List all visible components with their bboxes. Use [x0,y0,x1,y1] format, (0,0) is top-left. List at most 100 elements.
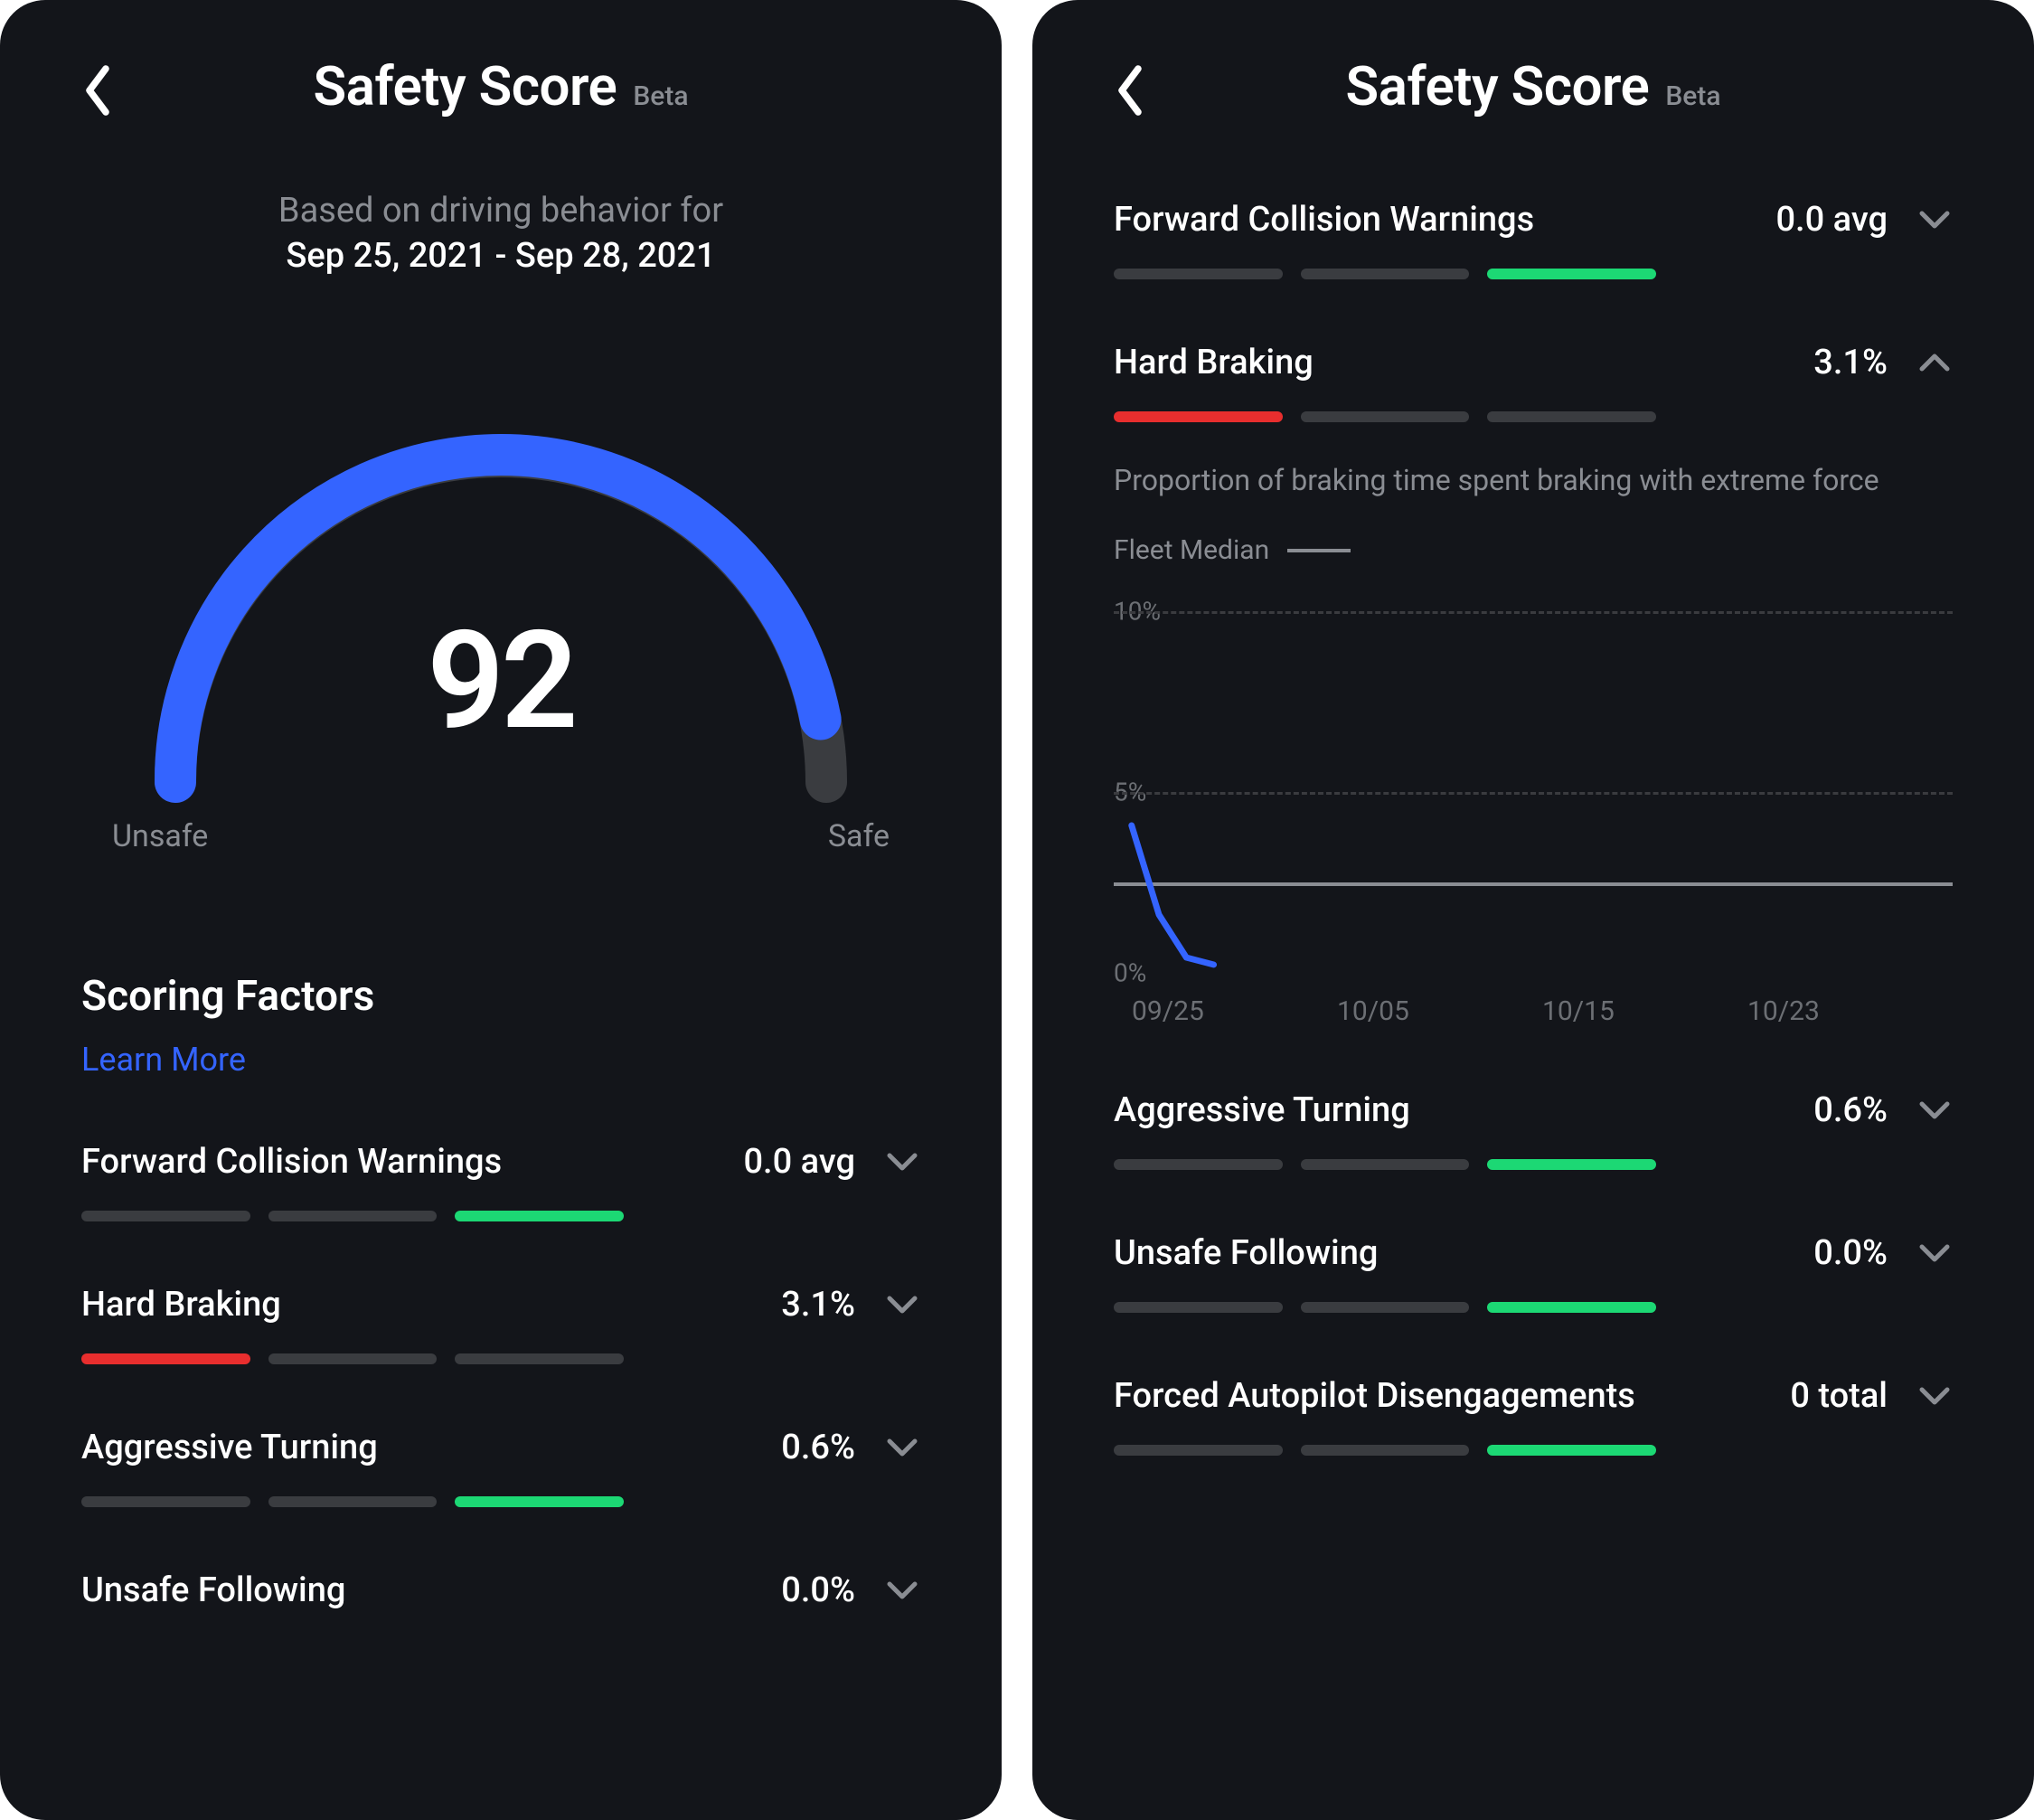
scoring-factors-title: Scoring Factors [81,972,920,1021]
bar-segment [1301,269,1470,279]
x-axis: 09/2510/0510/1510/23 [1114,995,1953,1027]
beta-badge: Beta [1665,80,1720,112]
safety-score-detail-screen: Safety Score Beta Forward Collision Warn… [1032,0,2034,1820]
factor-bar [1114,411,1656,422]
x-tick: 10/05 [1337,995,1542,1027]
bar-segment [268,1353,438,1364]
chevron-down-icon [1916,1099,1953,1122]
factor-row: Forward Collision Warnings 0.0 avg [81,1142,920,1221]
factor-value: 3.1% [1813,343,1888,382]
bar-segment [1487,411,1656,422]
factor-value: 0.6% [781,1428,855,1467]
chevron-left-icon [81,63,114,118]
bar-segment [1301,411,1470,422]
gauge-safe-label: Safe [828,818,890,854]
factor-row: Hard Braking 3.1% [81,1285,920,1364]
factor-name: Hard Braking [81,1285,781,1325]
header: Safety Score Beta [1032,0,2034,137]
x-tick: 10/23 [1747,995,1953,1027]
factor-bar [1114,1302,1656,1313]
factor-name: Hard Braking [1114,343,1813,382]
factor-row: Unsafe Following 0.0% [81,1570,920,1610]
score-gauge: 92 Unsafe Safe [85,330,917,836]
factor-name: Forward Collision Warnings [81,1142,743,1182]
bar-segment [268,1496,438,1507]
chevron-left-icon [1114,63,1146,118]
factor-description: Proportion of braking time spent braking… [1114,458,1927,502]
beta-badge: Beta [633,80,688,112]
factor-name: Forward Collision Warnings [1114,200,1775,240]
bar-segment [455,1211,624,1221]
factor-value: 0.0% [1813,1233,1888,1273]
factor-name: Unsafe Following [81,1570,781,1610]
factor-bar [81,1496,624,1507]
safety-score-overview-screen: Safety Score Beta Based on driving behav… [0,0,1002,1820]
factor-toggle[interactable]: Unsafe Following 0.0% [81,1570,920,1610]
bar-segment [1301,1302,1470,1313]
legend-label: Fleet Median [1114,534,1269,566]
factor-bar [1114,1445,1656,1456]
bar-segment [455,1353,624,1364]
chevron-up-icon [1916,351,1953,374]
factor-detail: Proportion of braking time spent braking… [1114,458,1953,1027]
factor-name: Aggressive Turning [81,1428,781,1467]
page-title: Safety Score [314,54,617,118]
bar-segment [1114,1302,1283,1313]
header: Safety Score Beta [0,0,1002,137]
bar-segment [81,1353,250,1364]
factor-toggle[interactable]: Forward Collision Warnings 0.0 avg [81,1142,920,1182]
chevron-down-icon [1916,1384,1953,1408]
factor-row: Forced Autopilot Disengagements 0 total [1114,1376,1953,1456]
chevron-down-icon [884,1150,920,1174]
factor-name: Aggressive Turning [1114,1090,1813,1130]
factor-row: Unsafe Following 0.0% [1114,1233,1953,1313]
factor-value: 3.1% [781,1285,855,1325]
bar-segment [1487,269,1656,279]
factor-toggle[interactable]: Unsafe Following 0.0% [1114,1233,1953,1273]
factor-name: Forced Autopilot Disengagements [1114,1376,1790,1416]
chevron-down-icon [884,1579,920,1602]
learn-more-link[interactable]: Learn More [81,1041,246,1079]
bar-segment [1487,1445,1656,1456]
x-tick: 09/25 [1114,995,1337,1027]
chart-line [1114,611,1953,968]
factor-value: 0.6% [1813,1090,1888,1130]
chevron-down-icon [1916,208,1953,231]
factor-value: 0.0 avg [1775,200,1888,240]
factor-row: Aggressive Turning 0.6% [81,1428,920,1507]
hard-braking-chart: 10% 5% 0% 09/2510/0510/1510/23 [1114,611,1953,1027]
date-range: Sep 25, 2021 - Sep 28, 2021 [0,236,1002,276]
factor-toggle[interactable]: Forward Collision Warnings 0.0 avg [1114,200,1953,240]
factor-bar [1114,1159,1656,1170]
gauge-unsafe-label: Unsafe [112,818,208,854]
bar-segment [1487,1159,1656,1170]
bar-segment [81,1211,250,1221]
back-button[interactable] [81,63,114,118]
bar-segment [455,1496,624,1507]
factor-toggle[interactable]: Hard Braking 3.1% [1114,343,1953,382]
back-button[interactable] [1114,63,1146,118]
chevron-down-icon [1916,1241,1953,1265]
factor-name: Unsafe Following [1114,1233,1813,1273]
factor-value: 0.0% [781,1570,855,1610]
subtitle: Based on driving behavior for Sep 25, 20… [0,191,1002,276]
bar-segment [81,1496,250,1507]
score-value: 92 [85,601,917,760]
chevron-down-icon [884,1293,920,1316]
bar-segment [268,1211,438,1221]
x-tick: 10/15 [1542,995,1747,1027]
factor-toggle[interactable]: Aggressive Turning 0.6% [1114,1090,1953,1130]
factor-bar [1114,269,1656,279]
basis-label: Based on driving behavior for [0,191,1002,231]
factor-toggle[interactable]: Aggressive Turning 0.6% [81,1428,920,1467]
factor-row: Hard Braking 3.1% Proportion of braking … [1114,343,1953,1027]
factor-toggle[interactable]: Hard Braking 3.1% [81,1285,920,1325]
bar-segment [1487,1302,1656,1313]
factor-row: Aggressive Turning 0.6% [1114,1090,1953,1170]
bar-segment [1114,1159,1283,1170]
factor-toggle[interactable]: Forced Autopilot Disengagements 0 total [1114,1376,1953,1416]
factor-row: Forward Collision Warnings 0.0 avg [1114,200,1953,279]
page-title: Safety Score [1346,54,1650,118]
bar-segment [1114,411,1283,422]
bar-segment [1114,1445,1283,1456]
